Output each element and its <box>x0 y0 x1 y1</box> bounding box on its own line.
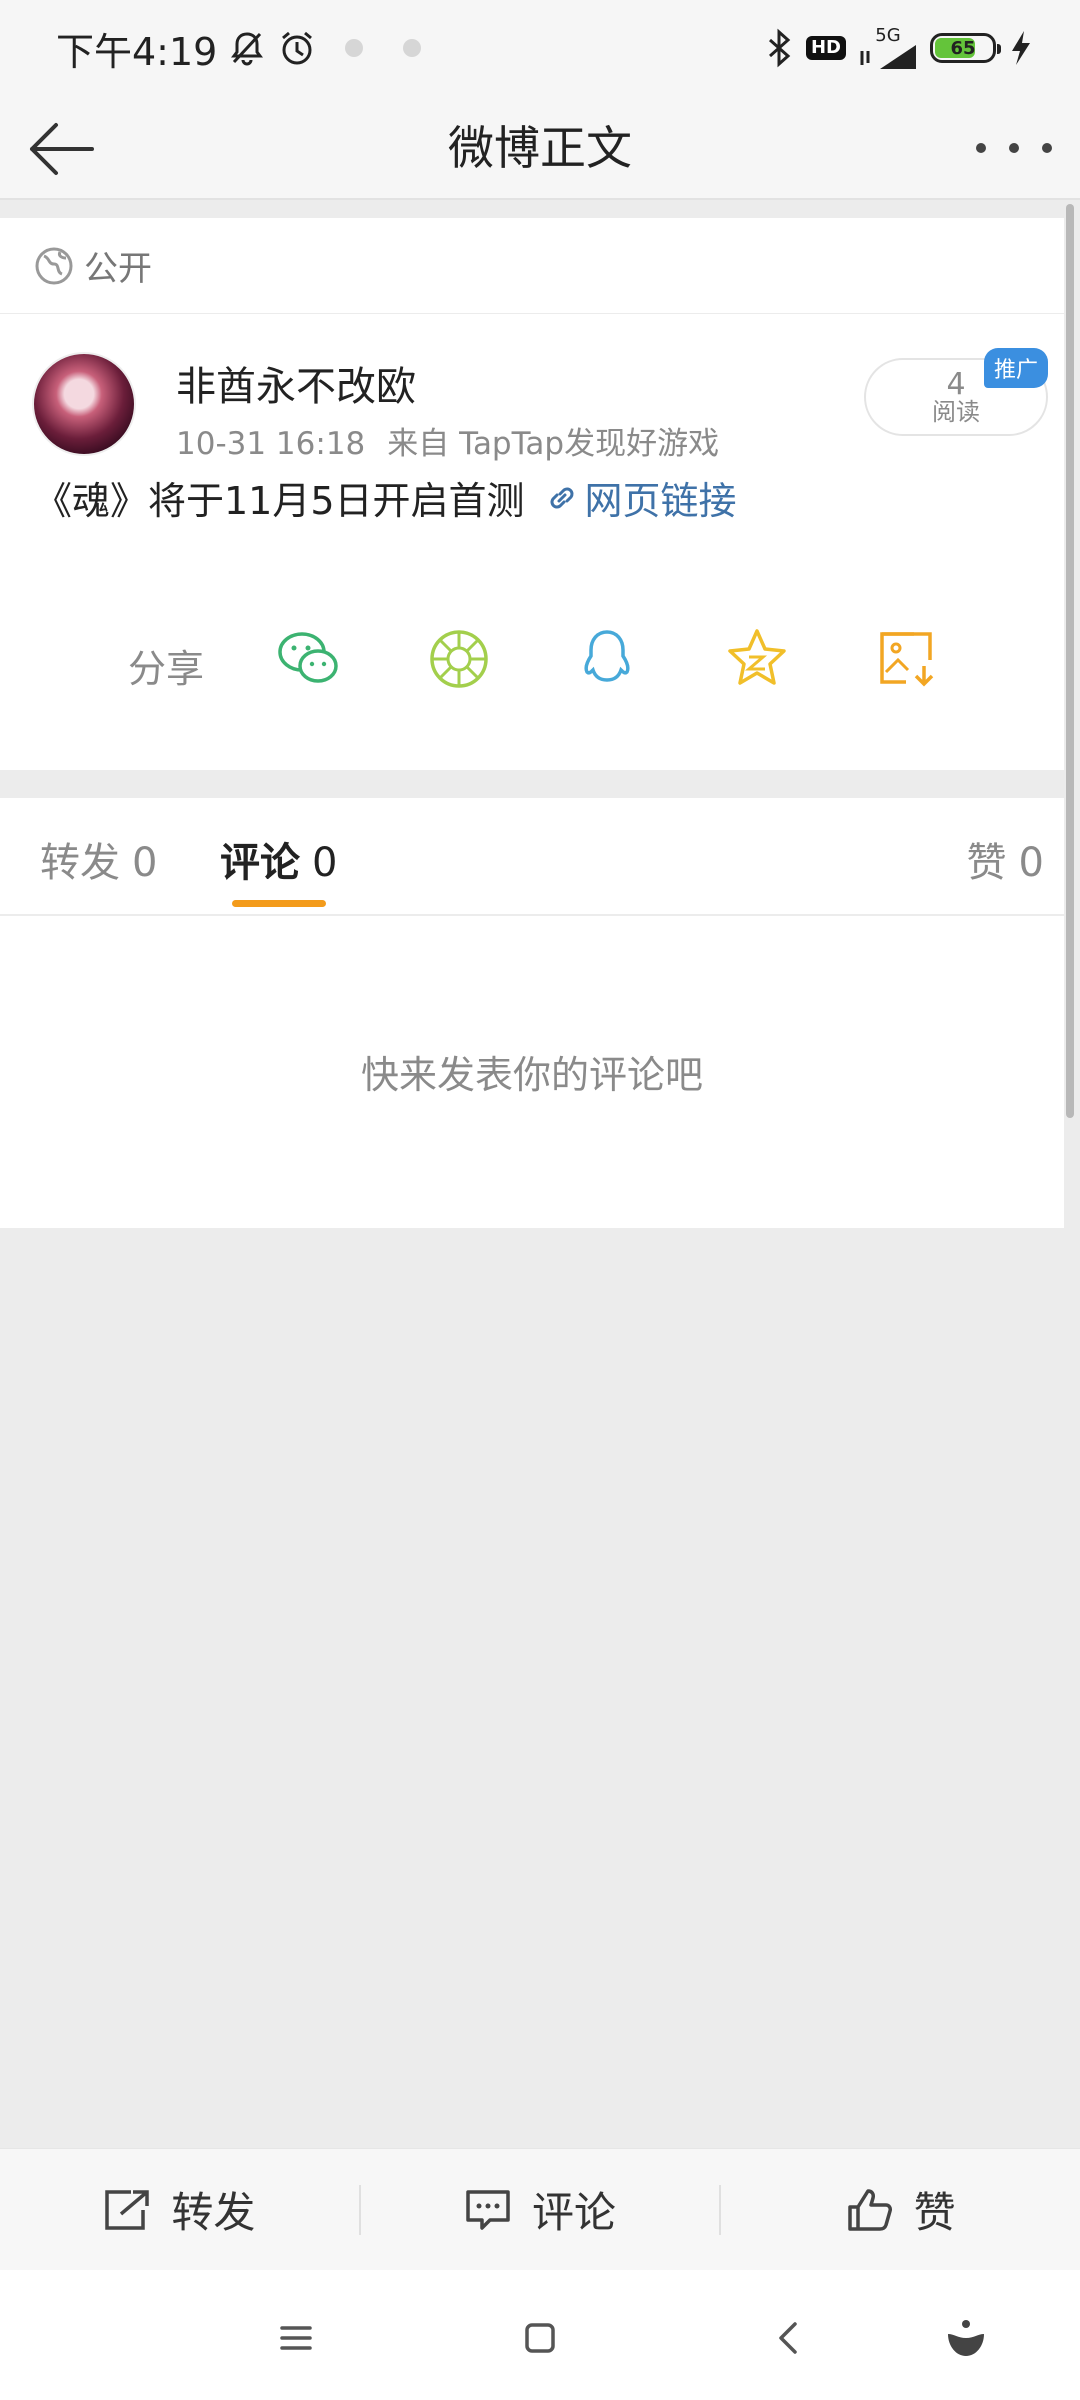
promo-badge[interactable]: 推广 <box>984 348 1049 388</box>
web-link[interactable]: 网页链接 <box>545 470 737 525</box>
share-favorite-button[interactable] <box>722 624 792 694</box>
visibility-label: 公开 <box>84 249 152 289</box>
post-text: 《魂》将于11月5日开启首测 网页链接 <box>0 464 1064 525</box>
signal-icon <box>860 45 916 69</box>
post-source[interactable]: 来自 TapTap发现好游戏 <box>387 426 719 462</box>
more-button[interactable] <box>976 126 1052 170</box>
post-date: 10-31 16:18 <box>176 426 366 462</box>
tab-repost-label: 转发 <box>40 840 120 886</box>
post-card: 公开 非酋永不改欧 10-31 16:18 来自 TapTap发现好游戏 4 阅读… <box>0 218 1064 770</box>
comment-label: 评论 <box>532 2188 617 2237</box>
avatar[interactable] <box>32 352 136 456</box>
link-icon <box>550 487 574 508</box>
battery-icon: 65 <box>930 33 1001 63</box>
tab-comment[interactable]: 评论 0 <box>220 830 337 888</box>
assistant-icon <box>948 2320 984 2356</box>
post-content: 《魂》将于11月5日开启首测 <box>34 479 525 523</box>
globe-icon <box>35 247 73 284</box>
scrollbar[interactable] <box>1066 204 1074 1118</box>
tabs-bar: 转发 0 评论 0 赞0 <box>0 798 1064 916</box>
wechat-icon <box>278 632 338 683</box>
status-bar: 下午4:19 HD 5G 65 <box>0 0 1080 96</box>
alarm-icon <box>277 28 317 68</box>
share-wechat-button[interactable] <box>274 624 344 694</box>
thumbs-up-icon <box>847 2188 892 2231</box>
menu-button[interactable] <box>266 2308 326 2368</box>
back-button[interactable] <box>24 112 98 186</box>
share-row: 分享 <box>0 602 1064 712</box>
status-time: 下午4:19 <box>56 29 218 74</box>
share-moments-button[interactable] <box>424 624 494 694</box>
status-right: HD 5G 65 <box>766 27 1032 69</box>
bell-off-icon <box>227 28 267 68</box>
read-label: 阅读 <box>932 398 980 427</box>
action-bar: 转发 评论 赞 <box>0 2148 1080 2270</box>
back-icon <box>779 2322 797 2354</box>
tab-comment-label: 评论 <box>220 840 300 886</box>
tab-like[interactable]: 赞0 <box>967 830 1044 888</box>
qq-icon <box>584 630 630 682</box>
like-button[interactable]: 赞 <box>721 2149 1080 2270</box>
share-qq-button[interactable] <box>572 624 642 694</box>
share-arrow-icon <box>105 2189 150 2230</box>
empty-comments-tip: 快来发表你的评论吧 <box>360 1053 703 1097</box>
read-count: 4 <box>946 366 966 402</box>
more-dots-icon <box>976 143 986 153</box>
comment-button[interactable]: 评论 <box>361 2149 720 2270</box>
system-back-button[interactable] <box>758 2308 818 2368</box>
tab-comment-count: 0 <box>312 840 338 886</box>
like-label: 赞 <box>913 2188 956 2237</box>
interaction-section: 转发 0 评论 0 赞0 快来发表你的评论吧 <box>0 798 1064 1228</box>
network-type: 5G <box>860 27 916 69</box>
repost-label: 转发 <box>171 2188 256 2237</box>
page-title: 微博正文 <box>448 121 632 175</box>
star-icon <box>728 629 786 685</box>
tab-repost-count: 0 <box>132 840 158 886</box>
share-label: 分享 <box>128 647 205 691</box>
system-nav-bar <box>0 2270 1080 2400</box>
active-tab-indicator <box>232 900 326 907</box>
post-header: 非酋永不改欧 10-31 16:18 来自 TapTap发现好游戏 4 阅读 推广 <box>0 314 1064 464</box>
assistant-button[interactable] <box>936 2308 996 2368</box>
image-download-icon <box>880 632 934 687</box>
home-button[interactable] <box>510 2308 570 2368</box>
charging-icon <box>1012 31 1030 65</box>
post-meta: 10-31 16:18 来自 TapTap发现好游戏 <box>176 418 719 463</box>
visibility-row: 公开 <box>0 218 1064 314</box>
notification-dot-icon <box>345 39 364 57</box>
nav-bar: 微博正文 <box>0 96 1080 200</box>
hd-icon: HD <box>805 36 846 60</box>
status-left: 下午4:19 <box>56 21 422 76</box>
battery-level: 65 <box>950 37 976 59</box>
notification-dot-icon <box>403 39 422 57</box>
share-save-image-button[interactable] <box>872 624 942 694</box>
author-name[interactable]: 非酋永不改欧 <box>176 354 416 412</box>
repost-button[interactable]: 转发 <box>0 2149 359 2270</box>
web-link-label: 网页链接 <box>584 479 737 523</box>
arrow-left-icon <box>30 123 94 175</box>
network-label: 5G <box>875 25 901 46</box>
home-icon <box>525 2323 555 2353</box>
menu-icon <box>280 2326 312 2350</box>
moments-icon <box>430 630 488 688</box>
bluetooth-icon <box>768 28 791 68</box>
tab-like-count: 0 <box>1018 840 1044 886</box>
tab-repost[interactable]: 转发 0 <box>40 830 157 888</box>
tab-like-label: 赞 <box>966 840 1007 886</box>
comment-icon <box>466 2189 510 2230</box>
